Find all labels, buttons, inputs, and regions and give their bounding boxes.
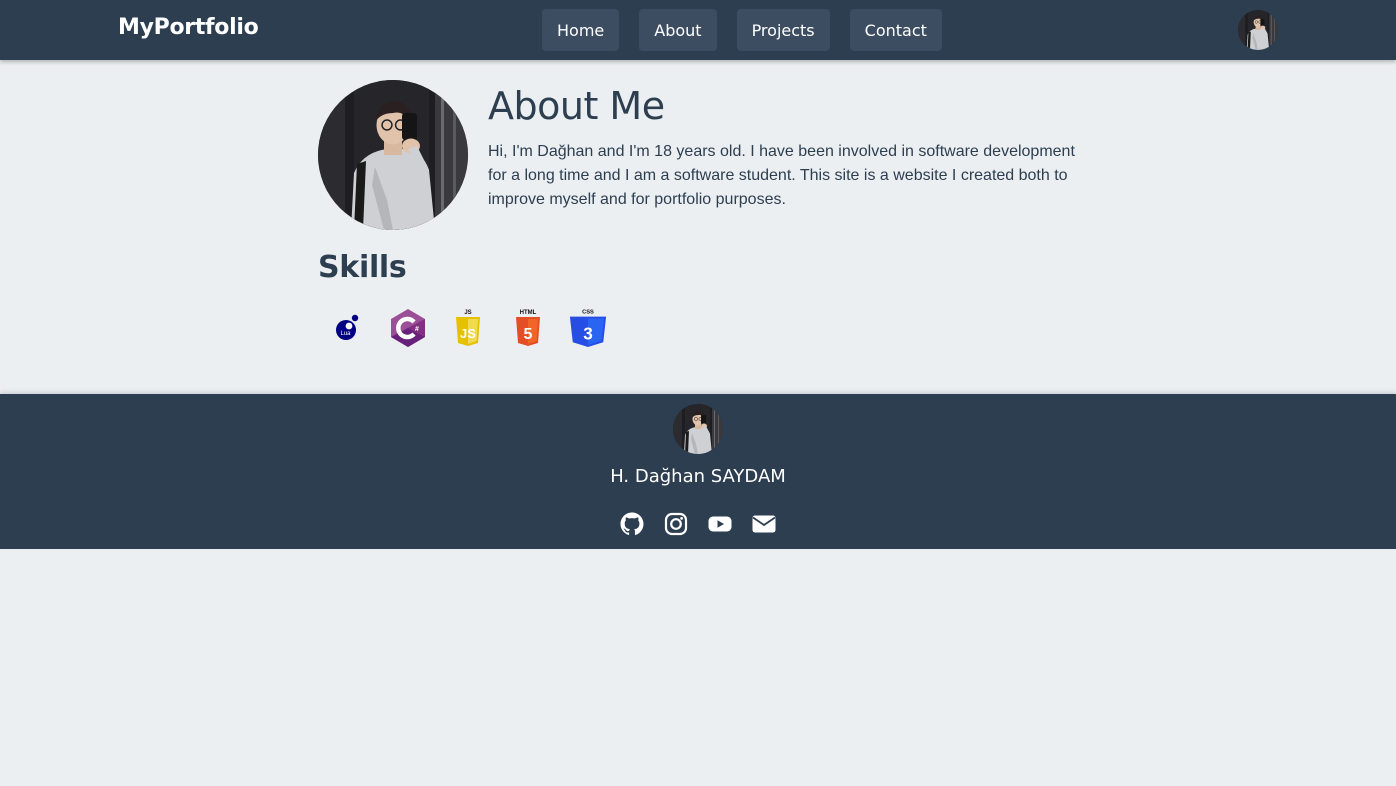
skills-title: Skills [318, 250, 407, 285]
social-links [620, 512, 776, 536]
footer: H. Dağhan SAYDAM [0, 394, 1396, 549]
footer-name: H. Dağhan SAYDAM [610, 466, 786, 487]
about-photo [318, 80, 468, 230]
csharp-icon: # [388, 306, 428, 350]
about-title: About Me [488, 84, 665, 128]
html5-icon: HTML 5 [508, 306, 548, 350]
css3-icon: CSS 3 [568, 306, 608, 350]
nav-links: Home About Projects Contact [542, 9, 942, 51]
instagram-icon[interactable] [664, 512, 688, 536]
youtube-icon[interactable] [708, 512, 732, 536]
skills-icons: Lua # JS JS HTML 5 CSS 3 [328, 306, 608, 350]
css3-icon-text: CSS [582, 310, 594, 316]
svg-text:Lua: Lua [340, 331, 351, 337]
profile-avatar[interactable] [1238, 10, 1278, 50]
nav-home-button[interactable]: Home [542, 9, 620, 51]
email-icon[interactable] [752, 512, 776, 536]
svg-text:JS: JS [460, 326, 476, 341]
svg-text:5: 5 [524, 326, 533, 343]
svg-text:3: 3 [583, 323, 593, 343]
github-icon[interactable] [620, 512, 644, 536]
footer-avatar [673, 404, 723, 454]
html5-icon-text: HTML [520, 310, 537, 316]
navbar: MyPortfolio Home About Projects Contact [0, 0, 1396, 60]
svg-text:#: # [415, 326, 419, 333]
javascript-icon: JS JS [448, 306, 488, 350]
lua-icon: Lua [328, 306, 368, 350]
brand-logo[interactable]: MyPortfolio [118, 15, 259, 40]
javascript-icon-text: JS [464, 310, 471, 316]
nav-projects-button[interactable]: Projects [736, 9, 830, 51]
nav-about-button[interactable]: About [639, 9, 717, 51]
nav-contact-button[interactable]: Contact [849, 9, 942, 51]
about-description: Hi, I'm Dağhan and I'm 18 years old. I h… [488, 143, 1075, 208]
